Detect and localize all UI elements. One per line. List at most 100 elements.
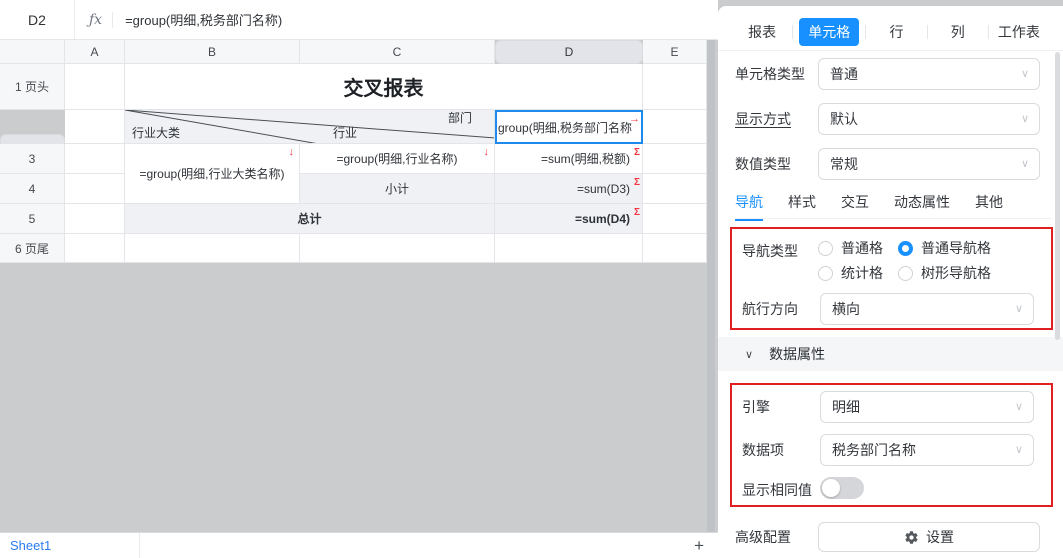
- nav-type-label: 导航类型: [742, 241, 798, 261]
- cell-d2-selected[interactable]: group(明细,税务部门名称 →: [495, 110, 643, 144]
- sum-marker: Σ: [634, 148, 640, 158]
- cell-d4-text: =sum(D3): [577, 182, 630, 196]
- data-item-select[interactable]: 税务部门名称 ∨: [820, 434, 1034, 466]
- chevron-down-icon: ∨: [1015, 400, 1023, 413]
- radio-icon: [898, 266, 913, 281]
- corner-select-all[interactable]: [0, 40, 65, 64]
- expand-right-marker: →: [629, 114, 640, 125]
- number-type-select[interactable]: 常规 ∨: [818, 148, 1040, 180]
- cell-b3-b4-merged[interactable]: =group(明细,行业大类名称) ↓: [125, 144, 300, 204]
- panel-sub-tabs: 导航 样式 交互 动态属性 其他: [735, 188, 1053, 219]
- cell-a2[interactable]: [65, 110, 125, 144]
- cell-e6[interactable]: [643, 234, 707, 263]
- cell-e2[interactable]: [643, 110, 707, 144]
- data-attributes-section-header[interactable]: ∨ 数据属性: [718, 337, 1063, 371]
- cell-d3[interactable]: =sum(明细,税额) Σ: [495, 144, 643, 174]
- subtab-dynamic-props[interactable]: 动态属性: [894, 192, 950, 214]
- cell-a1[interactable]: [65, 64, 125, 110]
- cell-a3[interactable]: [65, 144, 125, 174]
- cell-b6[interactable]: [125, 234, 300, 263]
- col-header-c[interactable]: C: [300, 40, 495, 64]
- cell-e4[interactable]: [643, 174, 707, 204]
- row-header-5[interactable]: 5: [0, 204, 65, 234]
- col-header-b[interactable]: B: [125, 40, 300, 64]
- cell-c6[interactable]: [300, 234, 495, 263]
- tab-column[interactable]: 列: [928, 18, 988, 46]
- cell-title-b1-d1[interactable]: 交叉报表: [125, 64, 643, 110]
- expand-down-marker: ↓: [289, 147, 295, 158]
- annotation-box-navigation: 导航类型 普通格 普通导航格 统计格 树形导航格 航行方向 横向 ∨: [730, 227, 1053, 330]
- engine-label: 引擎: [742, 397, 770, 417]
- col-header-a[interactable]: A: [65, 40, 125, 64]
- cell-a4[interactable]: [65, 174, 125, 204]
- show-same-value-toggle[interactable]: [820, 477, 864, 499]
- radio-label: 普通导航格: [921, 238, 991, 258]
- diag-label-industry: 行业: [333, 127, 357, 139]
- cell-d5[interactable]: =sum(D4) Σ: [495, 204, 643, 234]
- number-type-label: 数值类型: [735, 154, 818, 174]
- cell-d3-text: =sum(明细,税额): [541, 150, 630, 167]
- cell-d6[interactable]: [495, 234, 643, 263]
- cell-b5-c5-merged[interactable]: 总计: [125, 204, 495, 234]
- cell-a5[interactable]: [65, 204, 125, 234]
- radio-label: 普通格: [841, 238, 883, 258]
- subtab-navigation[interactable]: 导航: [735, 192, 763, 214]
- chevron-down-icon: ∨: [1021, 157, 1029, 170]
- fx-icon: ƒx: [89, 12, 102, 28]
- col-header-d[interactable]: D: [495, 40, 643, 64]
- radio-tree-nav-cell[interactable]: 树形导航格: [898, 263, 991, 283]
- number-type-value: 常规: [830, 154, 858, 174]
- row-header-6[interactable]: 6 页尾: [0, 234, 65, 263]
- radio-normal-nav-cell[interactable]: 普通导航格: [898, 238, 991, 258]
- tab-row[interactable]: 行: [866, 18, 926, 46]
- engine-select[interactable]: 明细 ∨: [820, 391, 1034, 423]
- add-sheet-button[interactable]: +: [694, 533, 704, 558]
- tab-worksheet[interactable]: 工作表: [989, 18, 1049, 46]
- diag-label-department: 部门: [448, 112, 472, 124]
- radio-checked-icon: [898, 241, 913, 256]
- gear-icon: [904, 530, 919, 545]
- chevron-down-icon: ∨: [1021, 112, 1029, 125]
- cell-c3-text: =group(明细,行业名称): [336, 150, 457, 167]
- nav-direction-select[interactable]: 横向 ∨: [820, 293, 1034, 325]
- cell-c3[interactable]: =group(明细,行业名称) ↓: [300, 144, 495, 174]
- cell-reference-box[interactable]: D2: [0, 0, 75, 39]
- cell-a6[interactable]: [65, 234, 125, 263]
- subtab-style[interactable]: 样式: [788, 192, 816, 214]
- row-header-3[interactable]: 3: [0, 144, 65, 174]
- divider: [718, 50, 1063, 51]
- expand-down-marker: ↓: [484, 147, 490, 158]
- cell-c4[interactable]: 小计: [300, 174, 495, 204]
- row-header-1[interactable]: 1 页头: [0, 64, 65, 110]
- radio-stat-cell[interactable]: 统计格: [818, 263, 883, 283]
- cell-type-label: 单元格类型: [735, 64, 818, 84]
- cell-diagonal-b2-c2[interactable]: 行业大类 行业 部门: [125, 110, 495, 144]
- cell-e3[interactable]: [643, 144, 707, 174]
- formula-input[interactable]: =group(明细,税务部门名称): [125, 10, 282, 29]
- display-mode-select[interactable]: 默认 ∨: [818, 103, 1040, 135]
- cell-type-select[interactable]: 普通 ∨: [818, 58, 1040, 90]
- display-mode-label: 显示方式: [735, 109, 818, 129]
- cell-e1[interactable]: [643, 64, 707, 110]
- tab-cell[interactable]: 单元格: [799, 18, 859, 46]
- cell-e5[interactable]: [643, 204, 707, 234]
- subtab-interaction[interactable]: 交互: [841, 192, 869, 214]
- cell-d4[interactable]: =sum(D3) Σ: [495, 174, 643, 204]
- row-header-4[interactable]: 4: [0, 174, 65, 204]
- grid-vertical-scrollbar[interactable]: [707, 40, 715, 532]
- advanced-settings-button[interactable]: 设置: [818, 522, 1040, 552]
- sum-marker: Σ: [634, 178, 640, 188]
- panel-scrollbar[interactable]: [1055, 52, 1060, 340]
- chevron-down-icon: ∨: [1015, 302, 1023, 315]
- col-header-e[interactable]: E: [643, 40, 707, 64]
- tab-report[interactable]: 报表: [732, 18, 792, 46]
- radio-normal-cell[interactable]: 普通格: [818, 238, 883, 258]
- toggle-knob: [822, 479, 840, 497]
- advanced-config-label: 高级配置: [735, 527, 818, 547]
- chevron-down-icon: ∨: [745, 348, 753, 361]
- engine-value: 明细: [832, 397, 860, 417]
- sheet-tab[interactable]: Sheet1: [0, 533, 140, 558]
- properties-panel: 报表 单元格 行 列 工作表 单元格类型 普通 ∨ 显示方式 默认 ∨ 数值类型…: [718, 6, 1063, 558]
- cell-b3-text: =group(明细,行业大类名称): [139, 165, 284, 182]
- subtab-other[interactable]: 其他: [975, 192, 1003, 214]
